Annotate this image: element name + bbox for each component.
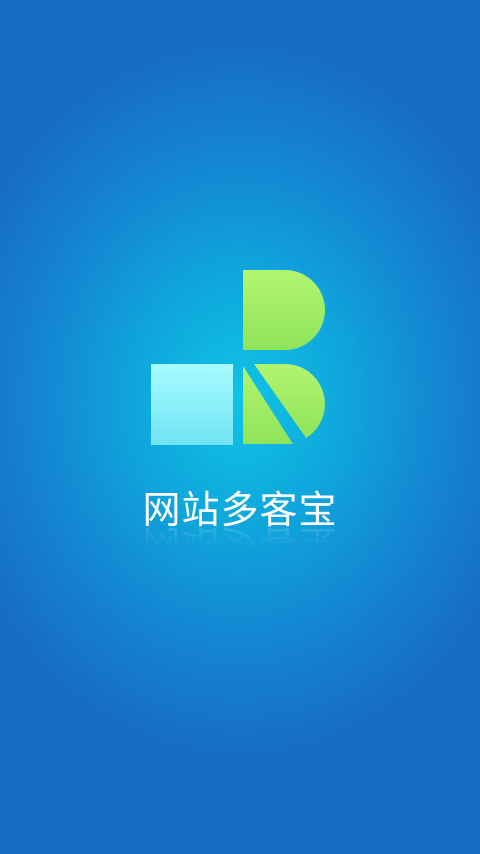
- logo-upper-d-shape: [243, 270, 325, 350]
- app-name-reflection: 网站多客宝: [142, 522, 338, 566]
- logo-square-shape: [151, 364, 233, 445]
- app-logo: [151, 270, 325, 445]
- splash-screen: 网站多客宝 网站多客宝: [0, 0, 480, 854]
